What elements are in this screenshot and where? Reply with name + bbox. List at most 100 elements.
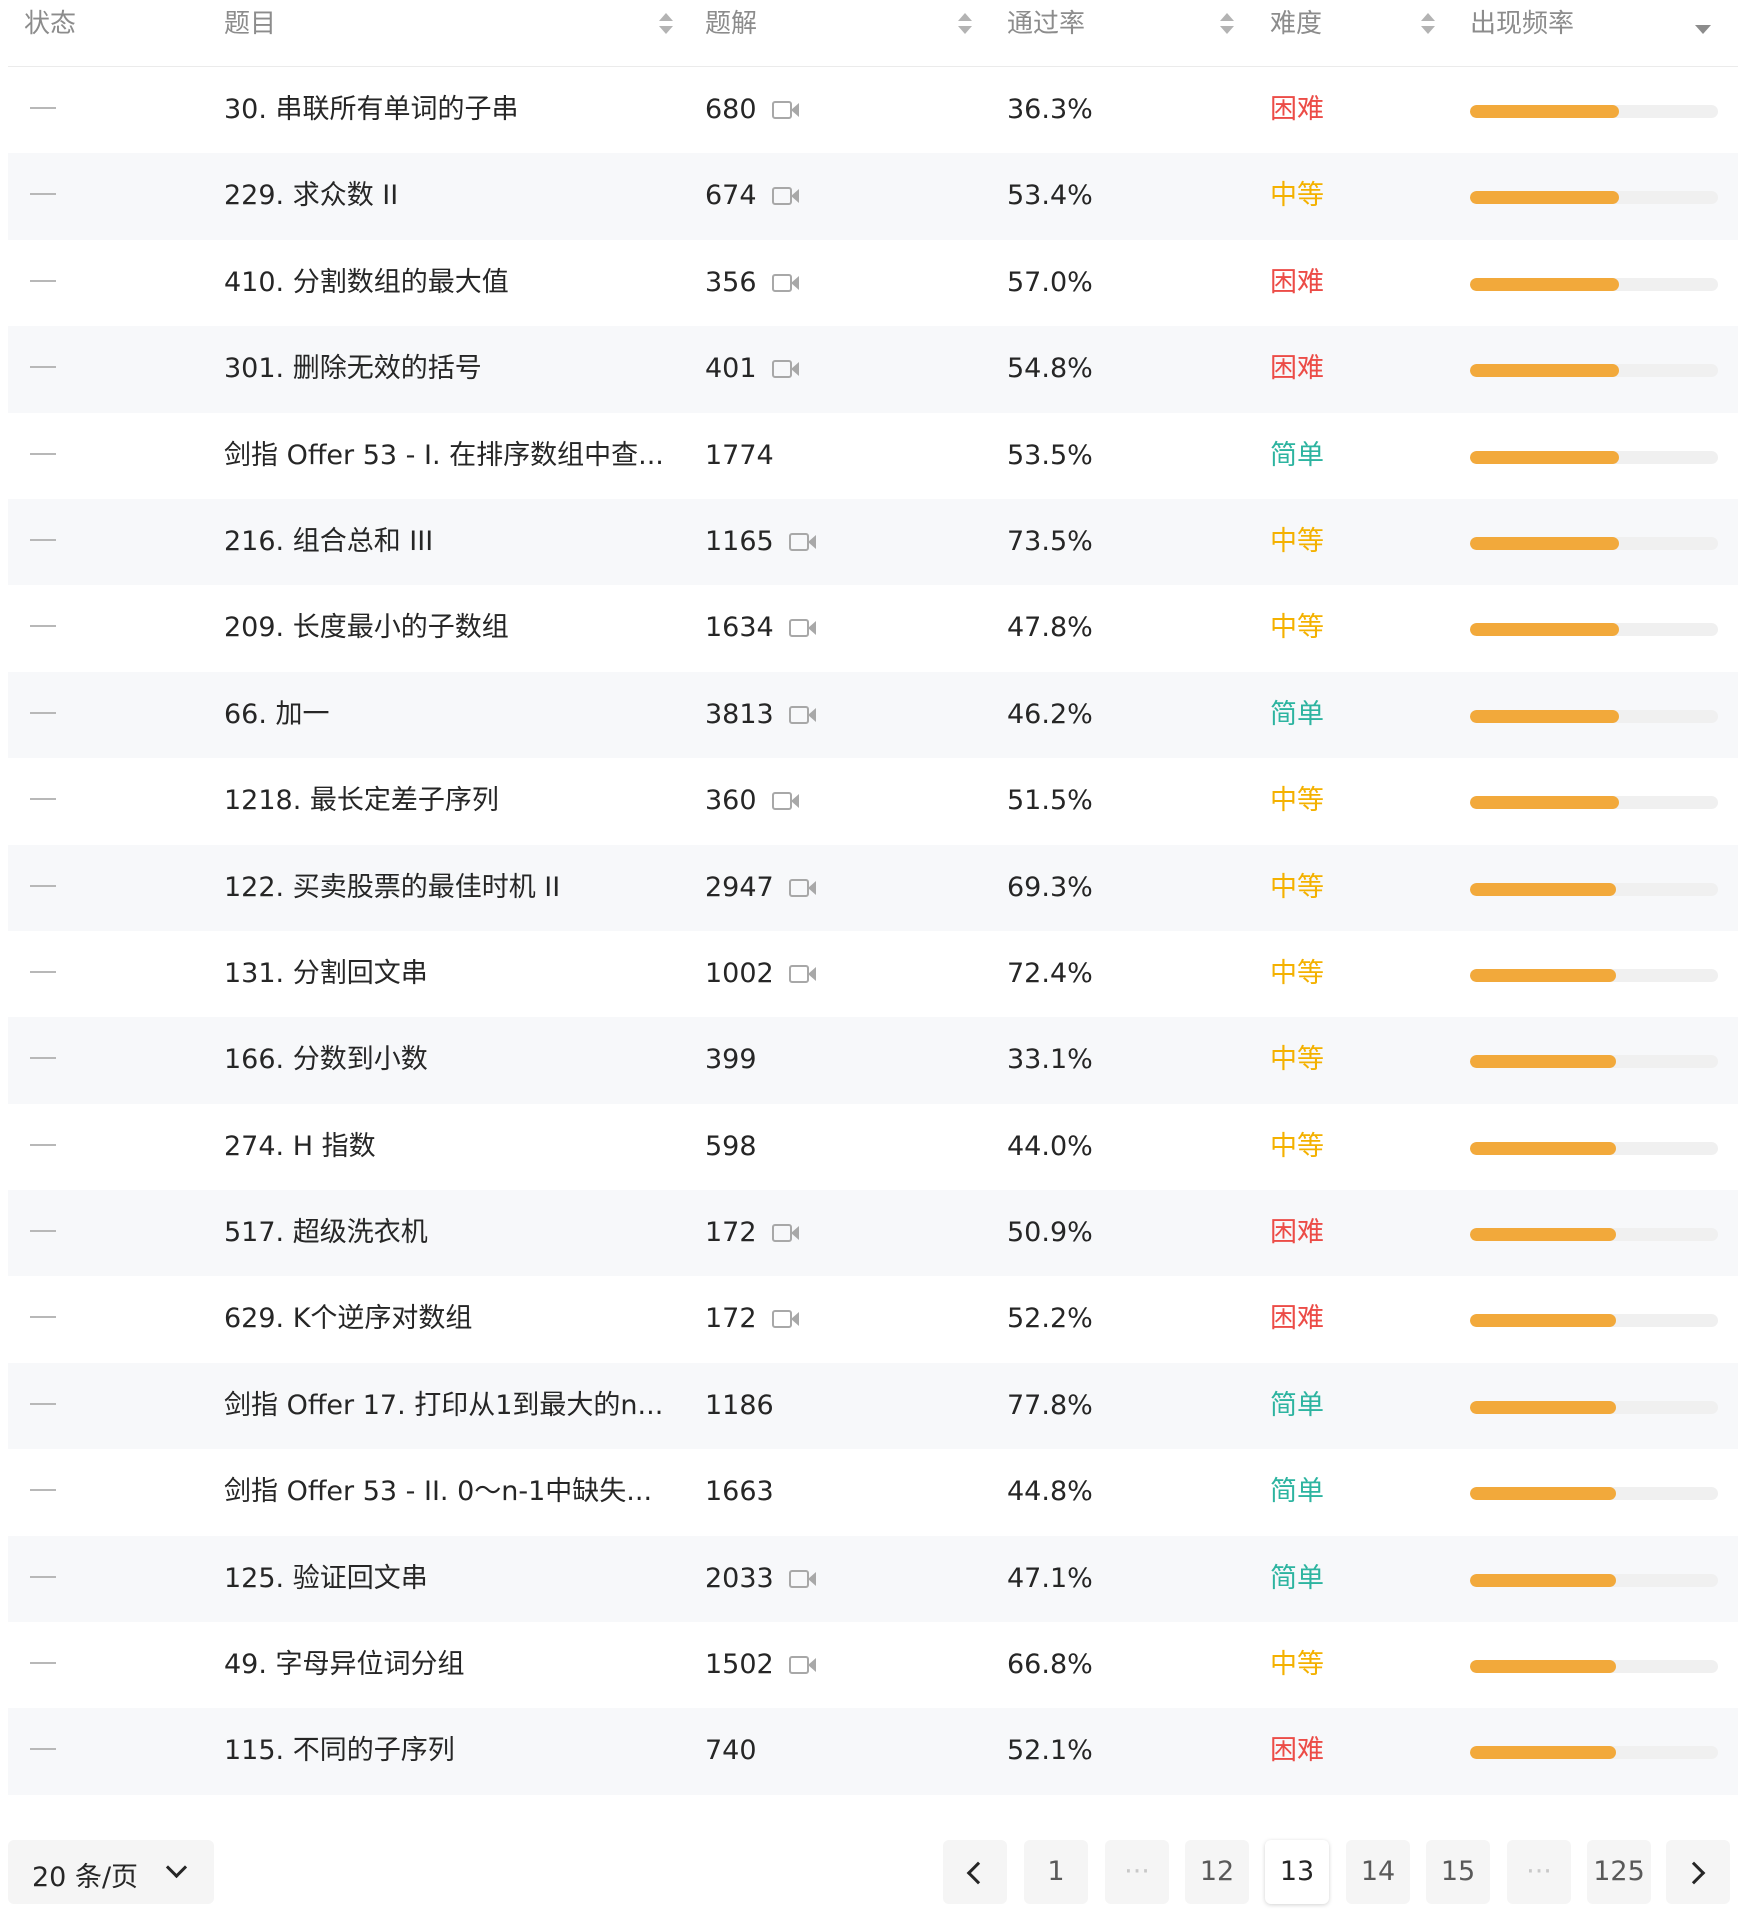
problem-title-link[interactable]: 274. H 指数: [224, 1130, 376, 1164]
table-row[interactable]: 301. 删除无效的括号 401 54.8% 困难: [8, 326, 1738, 413]
video-icon[interactable]: [772, 360, 799, 379]
video-icon[interactable]: [789, 964, 816, 983]
table-row[interactable]: 629. K个逆序对数组 172 52.2% 困难: [8, 1276, 1738, 1362]
problem-title-link[interactable]: 剑指 Offer 53 - II. 0～n-1中缺失...: [224, 1475, 652, 1509]
header-pass-rate[interactable]: 通过率: [1007, 7, 1085, 41]
problem-title-link[interactable]: 66. 加一: [224, 698, 330, 732]
problem-title-link[interactable]: 209. 长度最小的子数组: [224, 611, 509, 645]
sort-solutions-icon[interactable]: [958, 13, 972, 35]
solution-count[interactable]: 1186: [705, 1389, 774, 1423]
table-row[interactable]: 125. 验证回文串 2033 47.1% 简单: [8, 1535, 1738, 1623]
table-row[interactable]: 30. 串联所有单词的子串 680 36.3% 困难: [8, 67, 1738, 153]
solution-count[interactable]: 1774: [705, 439, 774, 473]
table-row[interactable]: 410. 分割数组的最大值 356 57.0% 困难: [8, 240, 1738, 326]
video-icon[interactable]: [789, 1569, 816, 1588]
solution-count[interactable]: 1165: [705, 525, 774, 559]
problem-title-link[interactable]: 剑指 Offer 17. 打印从1到最大的n...: [224, 1389, 663, 1423]
video-icon[interactable]: [789, 878, 816, 897]
page-button[interactable]: 13: [1265, 1840, 1329, 1904]
table-row[interactable]: 216. 组合总和 III 1165 73.5% 中等: [8, 498, 1738, 586]
page-ellipsis[interactable]: ···: [1507, 1840, 1571, 1904]
video-icon[interactable]: [789, 705, 816, 724]
problem-title-link[interactable]: 49. 字母异位词分组: [224, 1648, 465, 1682]
solution-count[interactable]: 3813: [705, 698, 774, 732]
solution-count[interactable]: 172: [705, 1302, 757, 1336]
solution-count[interactable]: 674: [705, 179, 757, 213]
problem-title-link[interactable]: 剑指 Offer 53 - I. 在排序数组中查...: [224, 439, 664, 473]
problem-title-link[interactable]: 1218. 最长定差子序列: [224, 784, 499, 818]
problem-title-link[interactable]: 122. 买卖股票的最佳时机 II: [224, 871, 560, 905]
table-body: 30. 串联所有单词的子串 680 36.3% 困难 229. 求众数 II 674 53.…: [8, 67, 1738, 1795]
sort-title-icon[interactable]: [659, 13, 673, 35]
next-page-button[interactable]: [1666, 1840, 1730, 1904]
solution-count[interactable]: 2947: [705, 871, 774, 905]
video-icon[interactable]: [772, 1224, 799, 1243]
table-row[interactable]: 274. H 指数 598 44.0% 中等: [8, 1104, 1738, 1190]
page-button[interactable]: 14: [1346, 1840, 1410, 1904]
frequency-bar: [1470, 1400, 1718, 1414]
problem-title-link[interactable]: 517. 超级洗衣机: [224, 1216, 428, 1250]
problem-title-link[interactable]: 229. 求众数 II: [224, 179, 398, 213]
pass-rate: 53.5%: [1007, 439, 1093, 471]
solution-count[interactable]: 356: [705, 266, 757, 300]
sort-pass-rate-icon[interactable]: [1220, 13, 1234, 35]
table-row[interactable]: 229. 求众数 II 674 53.4% 中等: [8, 153, 1738, 240]
video-icon[interactable]: [772, 1310, 799, 1329]
page-button[interactable]: 12: [1185, 1840, 1249, 1904]
prev-page-button[interactable]: [943, 1840, 1007, 1904]
page-button[interactable]: 15: [1426, 1840, 1490, 1904]
page-ellipsis[interactable]: ···: [1105, 1840, 1169, 1904]
solution-count[interactable]: 598: [705, 1130, 757, 1164]
chevron-down-icon[interactable]: [1695, 25, 1711, 34]
problem-title-link[interactable]: 166. 分数到小数: [224, 1043, 428, 1077]
header-difficulty[interactable]: 难度: [1270, 7, 1322, 41]
problem-title-link[interactable]: 125. 验证回文串: [224, 1562, 428, 1596]
table-row[interactable]: 1218. 最长定差子序列 360 51.5% 中等: [8, 758, 1738, 844]
table-row[interactable]: 49. 字母异位词分组 1502 66.8% 中等: [8, 1622, 1738, 1708]
page-button[interactable]: 125: [1587, 1840, 1651, 1904]
solution-count[interactable]: 740: [705, 1734, 757, 1768]
table-row[interactable]: 剑指 Offer 53 - I. 在排序数组中查... 1774 53.5% 简单: [8, 413, 1738, 499]
difficulty-label: 简单: [1270, 1389, 1324, 1421]
table-row[interactable]: 剑指 Offer 53 - II. 0～n-1中缺失... 1663 44.8% 简单: [8, 1449, 1738, 1535]
video-icon[interactable]: [772, 273, 799, 292]
problem-title-link[interactable]: 301. 删除无效的括号: [224, 352, 482, 386]
problem-title-link[interactable]: 131. 分割回文串: [224, 957, 428, 991]
video-icon[interactable]: [772, 101, 799, 119]
video-icon[interactable]: [772, 792, 799, 811]
sort-difficulty-icon[interactable]: [1421, 13, 1435, 35]
video-icon[interactable]: [772, 187, 799, 206]
header-solutions[interactable]: 题解: [705, 7, 757, 41]
problem-title-link[interactable]: 115. 不同的子序列: [224, 1734, 455, 1768]
solution-count[interactable]: 2033: [705, 1562, 774, 1596]
table-row[interactable]: 517. 超级洗衣机 172 50.9% 困难: [8, 1190, 1738, 1277]
solution-count[interactable]: 1634: [705, 611, 774, 645]
solution-count[interactable]: 399: [705, 1043, 757, 1077]
problem-title-link[interactable]: 216. 组合总和 III: [224, 525, 433, 559]
problem-title-link[interactable]: 629. K个逆序对数组: [224, 1302, 472, 1336]
problem-title-link[interactable]: 30. 串联所有单词的子串: [224, 93, 519, 127]
header-frequency[interactable]: 出现频率: [1470, 7, 1574, 41]
solution-count[interactable]: 172: [705, 1216, 757, 1250]
solution-count[interactable]: 1002: [705, 957, 774, 991]
table-row[interactable]: 209. 长度最小的子数组 1634 47.8% 中等: [8, 585, 1738, 671]
table-row[interactable]: 131. 分割回文串 1002 72.4% 中等: [8, 931, 1738, 1017]
problem-title-link[interactable]: 410. 分割数组的最大值: [224, 266, 509, 300]
solution-count[interactable]: 360: [705, 784, 757, 818]
page-size-select[interactable]: 20 条/页: [8, 1840, 214, 1904]
header-title[interactable]: 题目: [224, 7, 276, 41]
solution-count[interactable]: 1663: [705, 1475, 774, 1509]
video-icon[interactable]: [789, 1656, 816, 1675]
solution-count[interactable]: 680: [705, 93, 757, 127]
solution-count[interactable]: 401: [705, 352, 757, 386]
table-row[interactable]: 166. 分数到小数 399 33.1% 中等: [8, 1017, 1738, 1104]
page-button[interactable]: 1: [1024, 1840, 1088, 1904]
table-row[interactable]: 剑指 Offer 17. 打印从1到最大的n... 1186 77.8% 简单: [8, 1362, 1738, 1450]
video-icon[interactable]: [789, 619, 816, 638]
solution-count[interactable]: 1502: [705, 1648, 774, 1682]
table-row[interactable]: 115. 不同的子序列 740 52.1% 困难: [8, 1708, 1738, 1795]
table-row[interactable]: 66. 加一 3813 46.2% 简单: [8, 671, 1738, 759]
video-icon[interactable]: [789, 532, 816, 551]
table-row[interactable]: 122. 买卖股票的最佳时机 II 2947 69.3% 中等: [8, 844, 1738, 931]
frequency-bar-fill: [1470, 796, 1619, 810]
